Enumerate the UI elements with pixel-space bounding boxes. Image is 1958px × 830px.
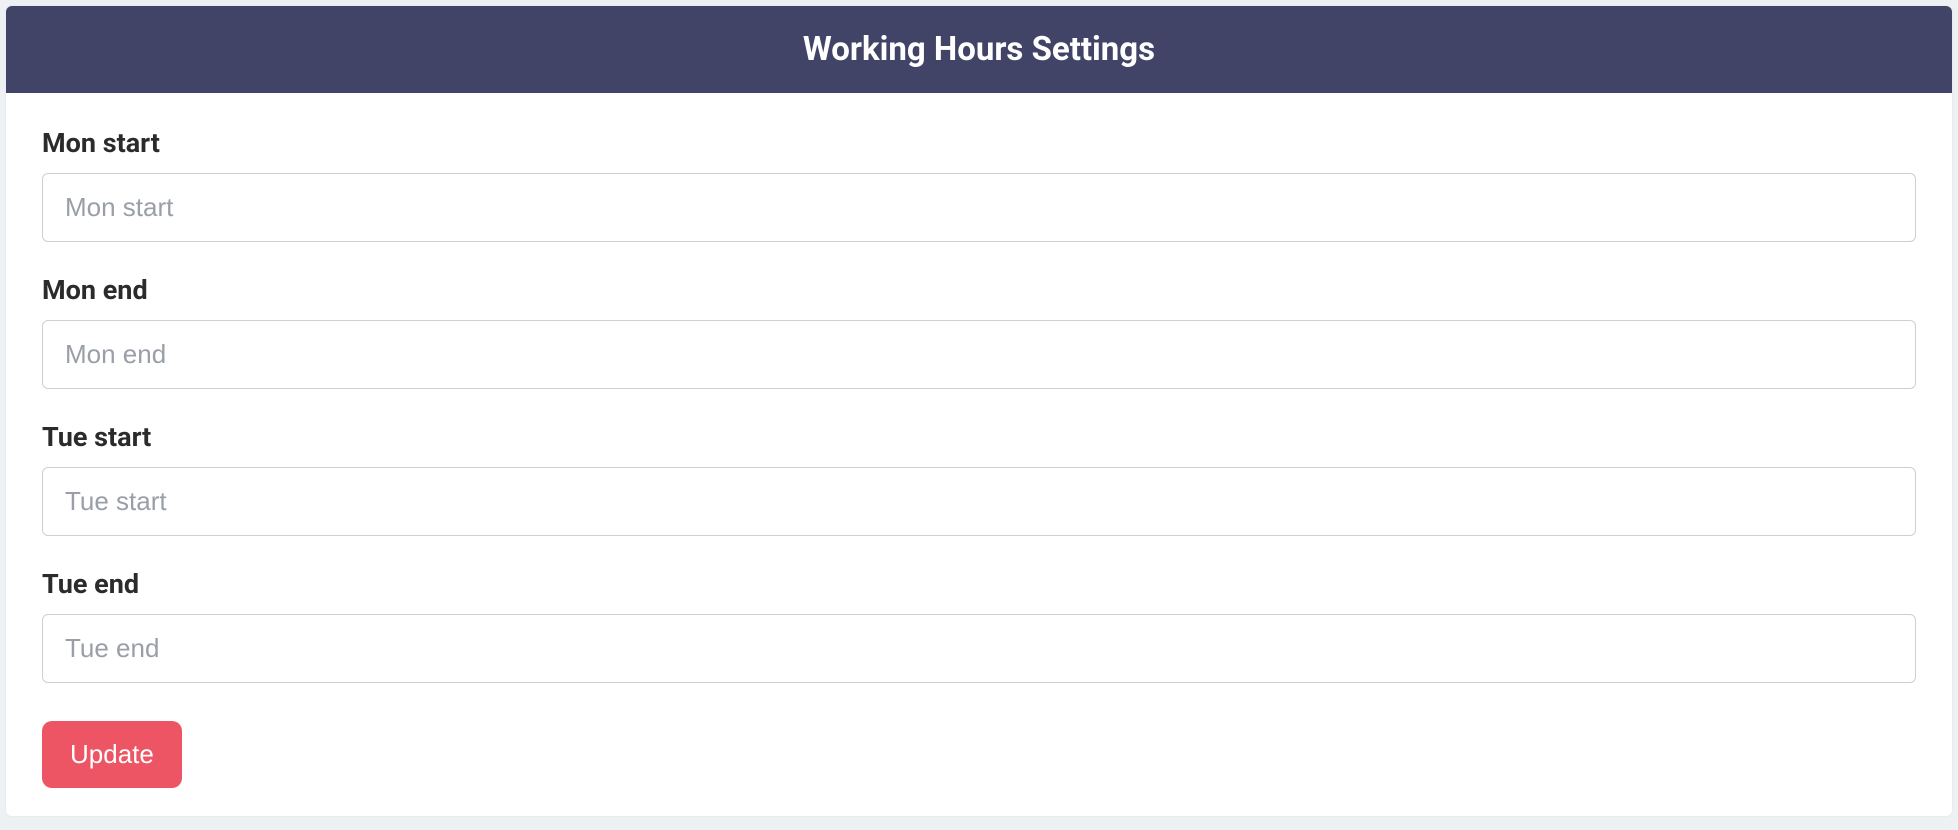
label-tue-end: Tue end — [42, 568, 1916, 600]
form-group-mon-end: Mon end — [42, 274, 1916, 389]
input-mon-start[interactable] — [42, 173, 1916, 242]
form-group-tue-start: Tue start — [42, 421, 1916, 536]
card-header-title: Working Hours Settings — [6, 6, 1952, 93]
input-mon-end[interactable] — [42, 320, 1916, 389]
label-mon-start: Mon start — [42, 127, 1916, 159]
input-tue-end[interactable] — [42, 614, 1916, 683]
input-tue-start[interactable] — [42, 467, 1916, 536]
update-button[interactable]: Update — [42, 721, 182, 788]
label-tue-start: Tue start — [42, 421, 1916, 453]
label-mon-end: Mon end — [42, 274, 1916, 306]
working-hours-card: Working Hours Settings Mon start Mon end… — [6, 6, 1952, 816]
card-body: Mon start Mon end Tue start Tue end Upda… — [6, 93, 1952, 816]
form-group-mon-start: Mon start — [42, 127, 1916, 242]
form-group-tue-end: Tue end — [42, 568, 1916, 683]
